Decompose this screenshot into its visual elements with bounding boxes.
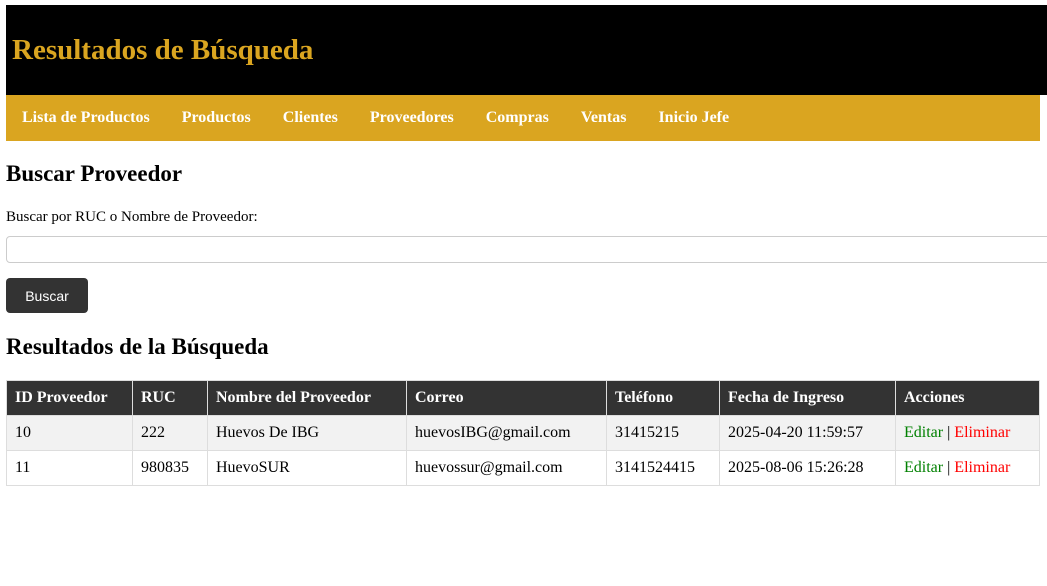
nav-item-inicio-jefe[interactable]: Inicio Jefe — [658, 109, 729, 127]
cell-telefono: 31415215 — [606, 415, 720, 451]
results-table: ID Proveedor RUC Nombre del Proveedor Co… — [6, 380, 1040, 486]
cell-nombre: HuevoSUR — [207, 450, 407, 486]
action-separator: | — [947, 459, 951, 476]
search-input[interactable] — [6, 236, 1047, 263]
cell-telefono: 3141524415 — [606, 450, 720, 486]
results-heading: Resultados de la Búsqueda — [6, 334, 269, 359]
column-header-correo: Correo — [406, 380, 607, 416]
nav-item-proveedores[interactable]: Proveedores — [370, 109, 454, 127]
page: Resultados de Búsqueda Lista de Producto… — [0, 0, 1047, 586]
edit-link[interactable]: Editar — [904, 424, 943, 441]
cell-ruc: 980835 — [132, 450, 208, 486]
cell-ruc: 222 — [132, 415, 208, 451]
cell-fecha: 2025-08-06 15:26:28 — [719, 450, 896, 486]
column-header-fecha: Fecha de Ingreso — [719, 380, 896, 416]
delete-link[interactable]: Eliminar — [954, 424, 1010, 441]
cell-acciones: Editar | Eliminar — [895, 450, 1040, 486]
cell-fecha: 2025-04-20 11:59:57 — [719, 415, 896, 451]
nav-item-clientes[interactable]: Clientes — [283, 109, 338, 127]
column-header-nombre: Nombre del Proveedor — [207, 380, 407, 416]
cell-acciones: Editar | Eliminar — [895, 415, 1040, 451]
action-separator: | — [947, 424, 951, 441]
search-label: Buscar por RUC o Nombre de Proveedor: — [6, 209, 258, 225]
column-header-acciones: Acciones — [895, 380, 1040, 416]
search-heading: Buscar Proveedor — [6, 161, 183, 186]
delete-link[interactable]: Eliminar — [954, 459, 1010, 476]
main-nav: Lista de Productos Productos Clientes Pr… — [6, 95, 1040, 141]
nav-item-ventas[interactable]: Ventas — [581, 109, 627, 127]
cell-id: 10 — [6, 415, 133, 451]
page-header: Resultados de Búsqueda — [6, 5, 1047, 95]
search-button[interactable]: Buscar — [6, 278, 88, 313]
page-title: Resultados de Búsqueda — [12, 34, 314, 66]
table-row: 11 980835 HuevoSUR huevossur@gmail.com 3… — [6, 450, 1040, 486]
column-header-ruc: RUC — [132, 380, 208, 416]
nav-item-productos[interactable]: Productos — [182, 109, 251, 127]
cell-nombre: Huevos De IBG — [207, 415, 407, 451]
table-row: 10 222 Huevos De IBG huevosIBG@gmail.com… — [6, 415, 1040, 451]
nav-item-lista-de-productos[interactable]: Lista de Productos — [22, 109, 150, 127]
cell-correo: huevossur@gmail.com — [406, 450, 607, 486]
cell-id: 11 — [6, 450, 133, 486]
table-header-row: ID Proveedor RUC Nombre del Proveedor Co… — [6, 380, 1040, 416]
nav-item-compras[interactable]: Compras — [486, 109, 549, 127]
column-header-id: ID Proveedor — [6, 380, 133, 416]
edit-link[interactable]: Editar — [904, 459, 943, 476]
cell-correo: huevosIBG@gmail.com — [406, 415, 607, 451]
column-header-telefono: Teléfono — [606, 380, 720, 416]
